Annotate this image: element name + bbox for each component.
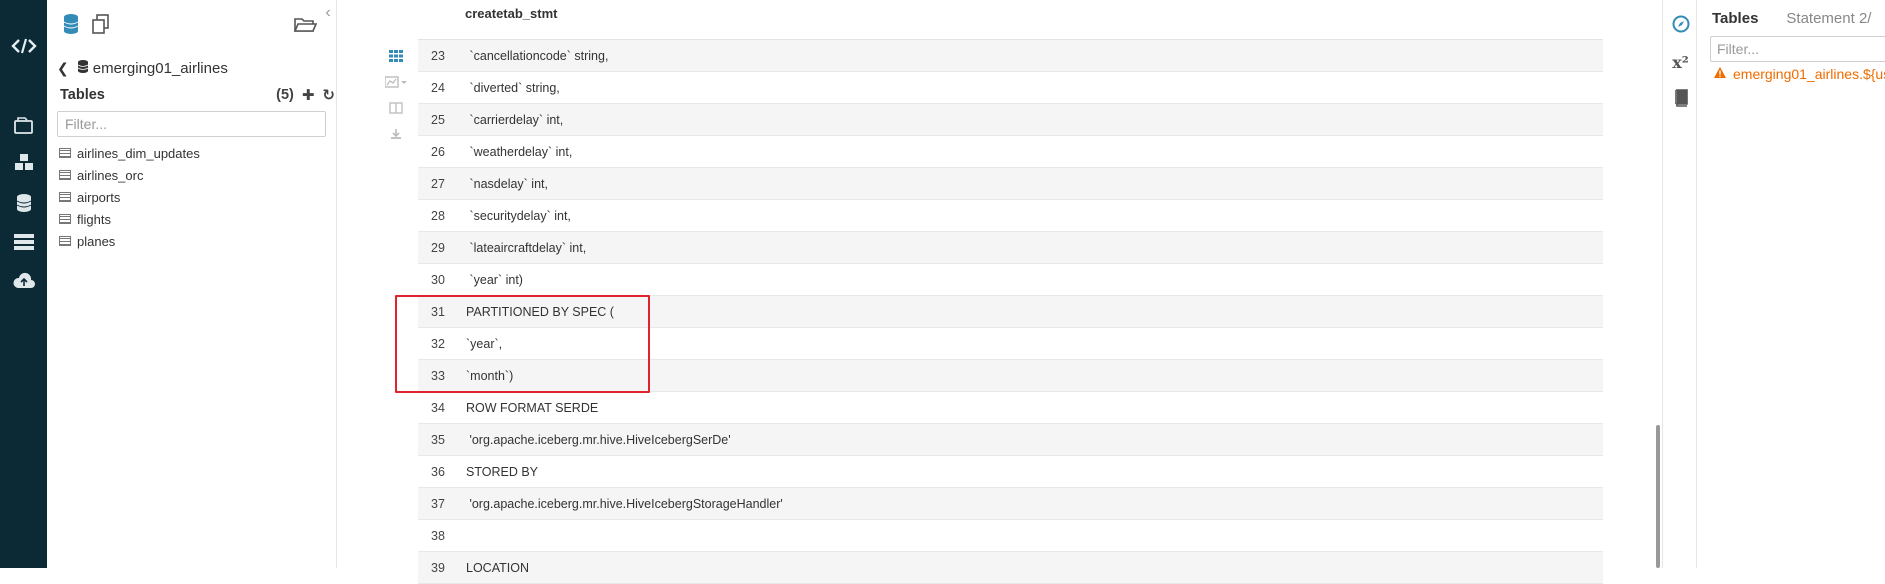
- chevron-left-icon[interactable]: ❮: [57, 60, 69, 77]
- warning-item[interactable]: emerging01_airlines.${us: [1713, 66, 1885, 82]
- row-text: `weatherdelay` int,: [466, 144, 573, 159]
- table-icon: [59, 148, 71, 158]
- table-row[interactable]: 27 `nasdelay` int,: [418, 168, 1603, 200]
- line-number: 29: [431, 240, 445, 255]
- copy-documents-icon[interactable]: [89, 12, 113, 36]
- line-number: 38: [431, 528, 445, 543]
- line-number: 34: [431, 400, 445, 415]
- table-row[interactable]: 24 `diverted` string,: [418, 72, 1603, 104]
- servers-icon[interactable]: [0, 227, 47, 257]
- row-text: 'org.apache.iceberg.mr.hive.HiveIcebergS…: [466, 432, 731, 447]
- compass-icon[interactable]: [1663, 12, 1698, 36]
- table-item[interactable]: airports: [59, 186, 329, 208]
- tables-database-icon[interactable]: [0, 188, 47, 218]
- tab-tables[interactable]: Tables: [1712, 10, 1758, 27]
- row-text: `carrierdelay` int,: [466, 112, 564, 127]
- right-panel-tabs: Tables Statement 2/: [1712, 10, 1871, 27]
- table-row[interactable]: 35 'org.apache.iceberg.mr.hive.HiveIcebe…: [418, 424, 1603, 456]
- table-row[interactable]: 37 'org.apache.iceberg.mr.hive.HiveIcebe…: [418, 488, 1603, 520]
- line-number: 30: [431, 272, 445, 287]
- table-icon: [59, 214, 71, 224]
- result-column-header: createtab_stmt: [418, 0, 1603, 40]
- warning-text: emerging01_airlines.${us: [1733, 66, 1885, 82]
- highlight-annotation-box: [395, 295, 650, 393]
- row-text: `year` int): [466, 272, 523, 287]
- tables-label: Tables: [60, 87, 105, 103]
- line-number: 24: [431, 80, 445, 95]
- table-row[interactable]: 26 `weatherdelay` int,: [418, 136, 1603, 168]
- warning-icon: [1713, 66, 1727, 82]
- right-filter-input[interactable]: [1710, 36, 1885, 62]
- cloud-upload-icon[interactable]: [0, 266, 47, 296]
- table-item[interactable]: planes: [59, 230, 329, 252]
- line-number: 28: [431, 208, 445, 223]
- row-text: `cancellationcode` string,: [466, 48, 609, 63]
- line-number: 36: [431, 464, 445, 479]
- table-row[interactable]: 38: [418, 520, 1603, 552]
- documents-icon[interactable]: [0, 110, 47, 140]
- sql-database-icon[interactable]: [59, 12, 83, 36]
- tables-list: airlines_dim_updates airlines_orc airpor…: [59, 142, 329, 252]
- tables-count: (5): [276, 87, 294, 103]
- table-row[interactable]: 29 `lateaircraftdelay` int,: [418, 232, 1603, 264]
- database-breadcrumb[interactable]: ❮ emerging01_airlines: [57, 57, 228, 79]
- row-text: ROW FORMAT SERDE: [466, 400, 599, 415]
- code-editor-icon[interactable]: [0, 31, 47, 61]
- column-header-createtab-stmt[interactable]: createtab_stmt: [465, 6, 558, 21]
- chart-view-icon[interactable]: [384, 72, 408, 92]
- row-text: `diverted` string,: [466, 80, 560, 95]
- refresh-icon[interactable]: ↻: [322, 86, 335, 104]
- download-icon[interactable]: [384, 124, 408, 144]
- plus-icon[interactable]: ✚: [302, 86, 315, 104]
- tab-statement[interactable]: Statement 2/: [1786, 10, 1871, 27]
- database-name: emerging01_airlines: [92, 59, 228, 77]
- table-row[interactable]: 30 `year` int): [418, 264, 1603, 296]
- line-number: 35: [431, 432, 445, 447]
- columns-icon[interactable]: [384, 98, 408, 118]
- row-text: 'org.apache.iceberg.mr.hive.HiveIcebergS…: [466, 496, 783, 511]
- table-item[interactable]: flights: [59, 208, 329, 230]
- table-row[interactable]: 36 STORED BY: [418, 456, 1603, 488]
- folder-open-icon[interactable]: [293, 12, 317, 36]
- table-icon: [59, 236, 71, 246]
- row-text: `lateaircraftdelay` int,: [466, 240, 587, 255]
- row-text: STORED BY: [466, 464, 539, 479]
- line-number: 27: [431, 176, 445, 191]
- grid-view-icon[interactable]: [384, 46, 408, 66]
- right-toolbar: x²: [1662, 0, 1697, 568]
- scrollbar-thumb[interactable]: [1656, 425, 1660, 568]
- collapse-panel-chevron-icon[interactable]: ‹: [321, 4, 335, 22]
- row-text: `securitydelay` int,: [466, 208, 571, 223]
- table-item[interactable]: airlines_dim_updates: [59, 142, 329, 164]
- right-assist-panel: Tables Statement 2/ emerging01_airlines.…: [1697, 0, 1885, 568]
- line-number: 26: [431, 144, 445, 159]
- table-row[interactable]: 28 `securitydelay` int,: [418, 200, 1603, 232]
- jobs-icon[interactable]: [0, 148, 47, 178]
- table-row[interactable]: 25 `carrierdelay` int,: [418, 104, 1603, 136]
- table-icon: [59, 192, 71, 202]
- assist-toolbar: [47, 0, 337, 50]
- table-row[interactable]: 23 `cancellationcode` string,: [418, 40, 1603, 72]
- row-text: `nasdelay` int,: [466, 176, 548, 191]
- book-icon[interactable]: [1663, 86, 1698, 110]
- table-item[interactable]: airlines_orc: [59, 164, 329, 186]
- tables-header: Tables (5) ✚ ↻: [60, 85, 335, 105]
- table-icon: [59, 170, 71, 180]
- line-number: 23: [431, 48, 445, 63]
- table-row[interactable]: 34 ROW FORMAT SERDE: [418, 392, 1603, 424]
- functions-x-squared-icon[interactable]: x²: [1663, 50, 1698, 74]
- line-number: 25: [431, 112, 445, 127]
- line-number: 37: [431, 496, 445, 511]
- table-row[interactable]: 39 LOCATION: [418, 552, 1603, 584]
- left-navigation: [0, 0, 47, 568]
- database-icon: [77, 59, 89, 78]
- tables-filter-input[interactable]: [57, 111, 326, 137]
